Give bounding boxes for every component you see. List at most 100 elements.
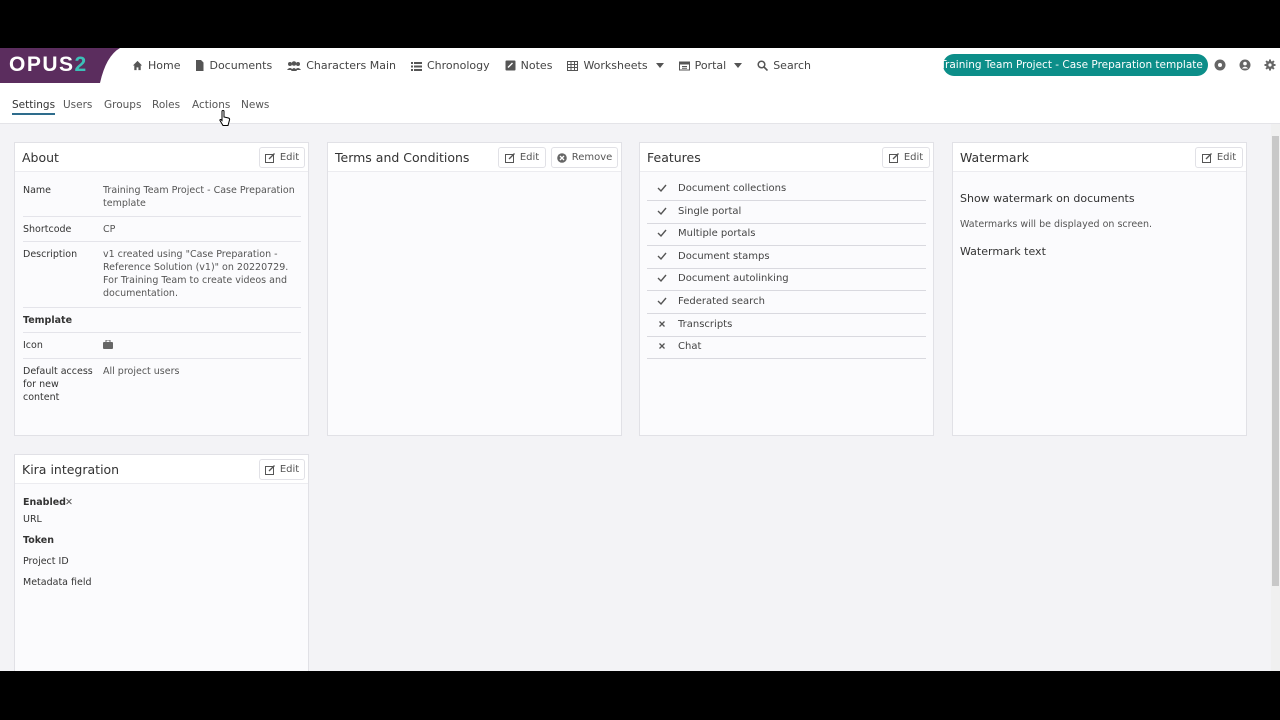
watermark-text-heading: Watermark text <box>960 245 1046 258</box>
terms-title: Terms and Conditions <box>335 150 470 165</box>
feature-row: Transcripts <box>647 314 926 337</box>
divider <box>23 241 301 242</box>
about-card: About Edit Name Training Team Project - … <box>14 142 309 436</box>
name-value: Training Team Project - Case Preparation… <box>103 185 295 209</box>
kira-card: Kira integration Edit Enabled ✕ URL Toke… <box>14 454 309 671</box>
scrollbar-thumb[interactable] <box>1272 136 1279 586</box>
logo-text: OPUS2 <box>9 53 88 76</box>
check-icon <box>657 184 667 193</box>
name-label: Name <box>23 185 52 196</box>
nav-search[interactable]: Search <box>757 59 811 72</box>
nav-portal[interactable]: Portal <box>678 59 743 72</box>
feature-label: Multiple portals <box>678 228 756 240</box>
kira-metadata-label: Metadata field <box>23 577 92 588</box>
terms-remove-button[interactable]: Remove <box>551 147 618 168</box>
icon-label: Icon <box>23 340 43 351</box>
features-edit-label: Edit <box>903 152 924 163</box>
divider <box>23 307 301 308</box>
feature-row: Document autolinking <box>647 268 926 292</box>
divider <box>23 358 301 359</box>
grid-icon <box>567 60 579 71</box>
default-access-value: All project users <box>103 366 180 377</box>
app-window: OPUS2 Home Documents Characters Main Chr… <box>0 48 1280 671</box>
kira-token-label: Token <box>23 535 55 546</box>
check-icon <box>657 297 667 306</box>
shortcode-label: Shortcode <box>23 224 72 235</box>
help-icon[interactable] <box>1214 59 1226 71</box>
project-selector-button[interactable]: Training Team Project - Case Preparation… <box>940 54 1208 76</box>
portal-icon <box>678 61 690 70</box>
nav-notes[interactable]: Notes <box>505 59 553 72</box>
feature-row: Multiple portals <box>647 223 926 247</box>
features-card-header: Features Edit <box>640 143 933 172</box>
feature-row: Document stamps <box>647 246 926 269</box>
user-icon[interactable] <box>1239 59 1251 71</box>
kira-title: Kira integration <box>22 462 120 477</box>
kira-edit-label: Edit <box>279 464 300 475</box>
watermark-show-text: Watermarks will be displayed on screen. <box>960 219 1153 230</box>
briefcase-icon <box>103 340 113 349</box>
tab-roles[interactable]: Roles <box>152 99 180 111</box>
description-label: Description <box>23 249 78 260</box>
feature-label: Document autolinking <box>678 273 789 285</box>
nav-characters-label: Characters Main <box>306 59 396 72</box>
project-selector-label: Training Team Project - Case Preparation… <box>940 59 1203 71</box>
kira-enabled-x-icon: ✕ <box>65 497 73 508</box>
shortcode-value: CP <box>103 224 116 235</box>
x-icon <box>659 320 665 327</box>
kira-card-header: Kira integration Edit <box>15 455 308 484</box>
tab-groups[interactable]: Groups <box>104 99 141 111</box>
document-icon <box>196 60 204 71</box>
settings-tabs: Settings Users Groups Roles Actions News <box>0 83 1280 124</box>
tab-news[interactable]: News <box>241 99 269 111</box>
watermark-title: Watermark <box>960 150 1029 165</box>
page-scrollbar[interactable] <box>1271 124 1280 671</box>
search-icon <box>757 60 769 71</box>
nav-home[interactable]: Home <box>132 59 180 72</box>
feature-label: Chat <box>678 341 702 353</box>
nav-characters[interactable]: Characters Main <box>287 59 396 72</box>
people-icon <box>287 60 302 71</box>
kira-url-label: URL <box>23 514 42 525</box>
nav-documents[interactable]: Documents <box>195 59 272 72</box>
feature-label: Federated search <box>678 296 765 307</box>
edit-icon <box>264 152 275 163</box>
feature-row: Document collections <box>647 178 926 201</box>
nav-chronology-label: Chronology <box>427 59 490 72</box>
terms-remove-label: Remove <box>571 152 613 163</box>
check-icon <box>657 207 667 215</box>
features-edit-button[interactable]: Edit <box>882 147 930 168</box>
watermark-edit-label: Edit <box>1216 152 1237 163</box>
home-icon <box>132 60 143 71</box>
tab-users[interactable]: Users <box>63 99 92 111</box>
feature-label: Single portal <box>678 205 742 217</box>
tab-settings[interactable]: Settings <box>12 99 56 115</box>
watermark-edit-button[interactable]: Edit <box>1195 147 1243 168</box>
edit-icon <box>1201 152 1212 163</box>
terms-card-header: Terms and Conditions Edit Remove <box>328 143 621 172</box>
check-icon <box>657 252 667 260</box>
features-card: Features Edit Document collections Single… <box>639 142 934 436</box>
edit-icon <box>504 152 515 163</box>
watermark-card-header: Watermark Edit <box>953 143 1246 172</box>
nav-worksheets[interactable]: Worksheets <box>567 59 664 72</box>
feature-label: Document stamps <box>678 250 770 262</box>
divider <box>23 332 301 333</box>
chevron-down-icon <box>655 63 664 68</box>
top-navbar: OPUS2 Home Documents Characters Main Chr… <box>0 48 1280 83</box>
about-title: About <box>22 150 59 165</box>
about-edit-label: Edit <box>279 152 300 163</box>
nav-notes-label: Notes <box>520 59 553 72</box>
description-value: v1 created using "Case Preparation - Ref… <box>103 249 289 299</box>
edit-icon <box>264 464 275 475</box>
gear-icon[interactable] <box>1264 59 1276 71</box>
terms-edit-button[interactable]: Edit <box>498 147 546 168</box>
feature-label: Transcripts <box>678 318 733 330</box>
about-edit-button[interactable]: Edit <box>259 147 305 168</box>
opus2-logo[interactable]: OPUS2 <box>0 48 120 83</box>
kira-enabled-label: Enabled <box>23 497 66 508</box>
watermark-card: Watermark Edit Show watermark on documen… <box>952 142 1247 436</box>
nav-chronology[interactable]: Chronology <box>411 59 490 72</box>
nav-worksheets-label: Worksheets <box>583 59 648 72</box>
kira-edit-button[interactable]: Edit <box>259 459 305 480</box>
